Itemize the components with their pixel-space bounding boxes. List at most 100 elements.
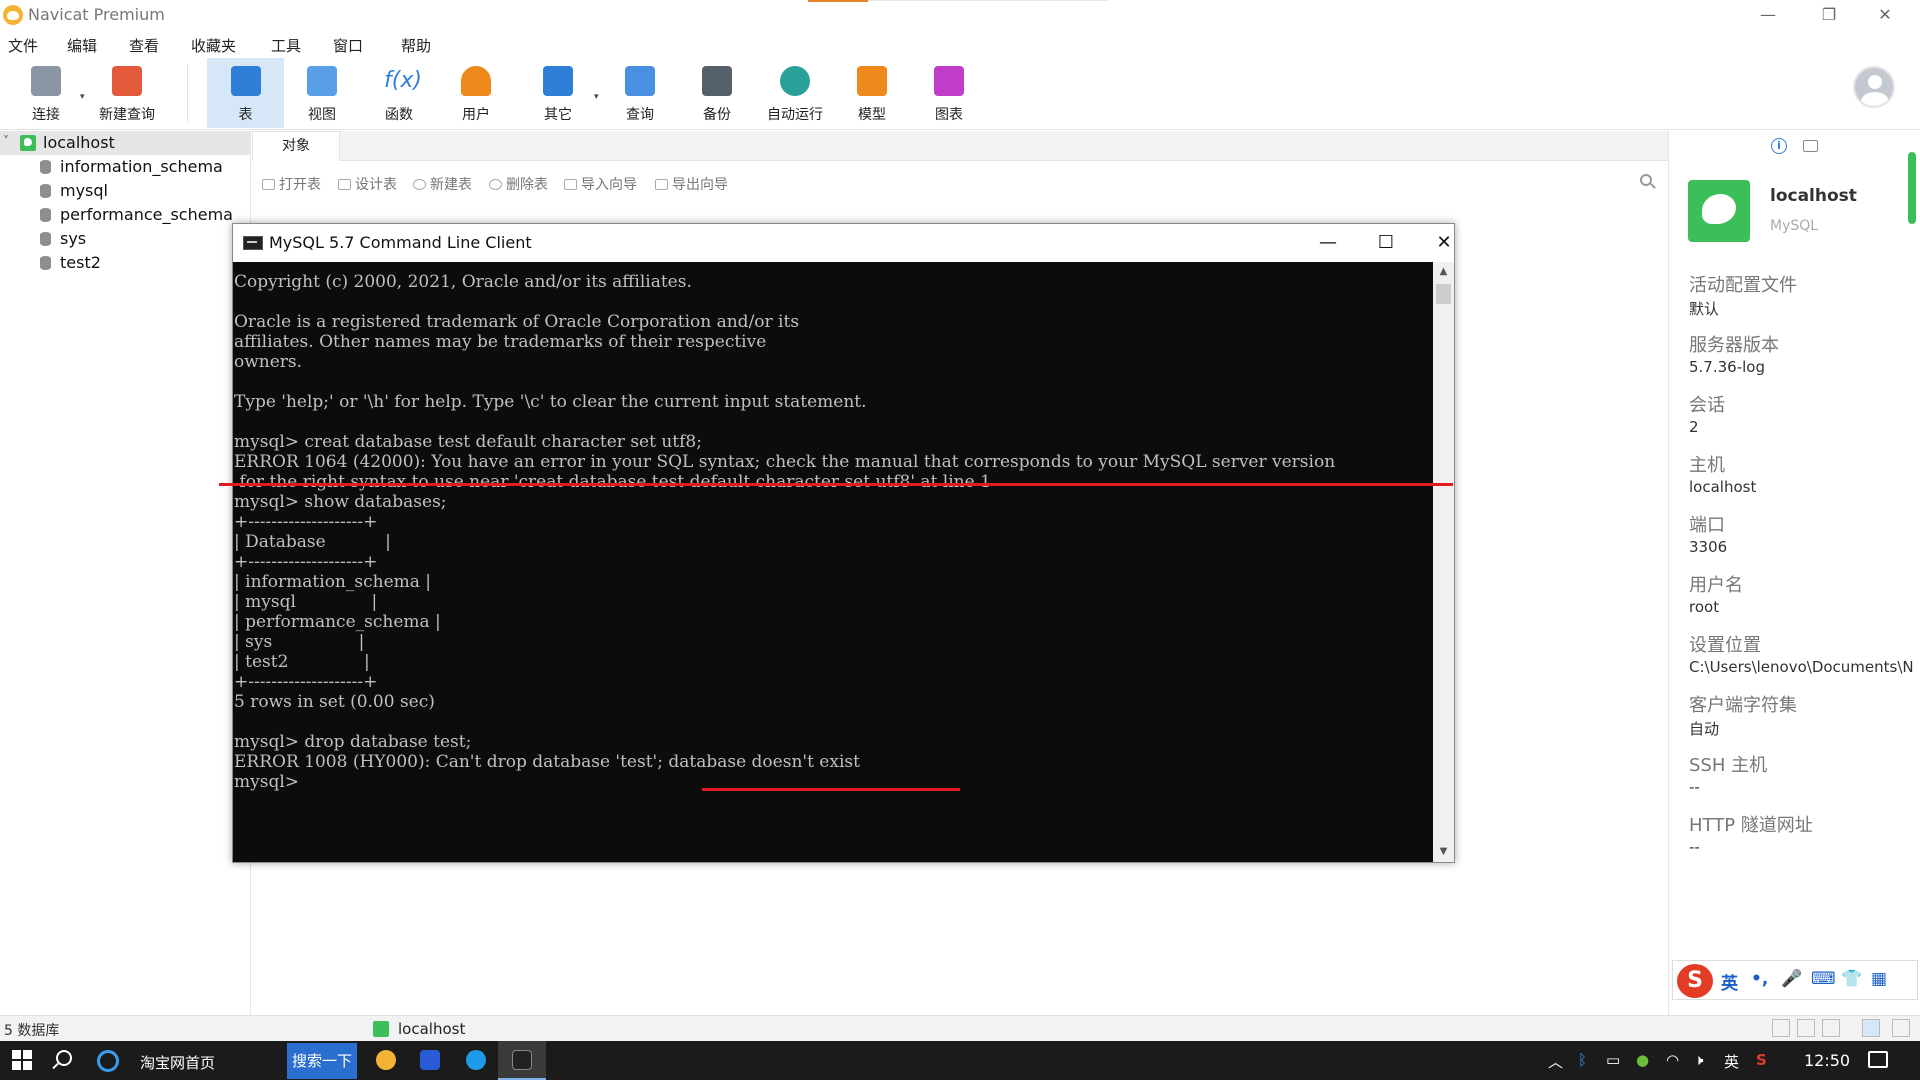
tree-database-item[interactable]: test2 xyxy=(0,251,250,275)
wifi-icon[interactable]: ◠ xyxy=(1666,1051,1679,1069)
menu-help[interactable]: 帮助 xyxy=(401,35,431,56)
info-icon[interactable]: i xyxy=(1771,138,1787,154)
toolbar-automation-button[interactable]: 自动运行 xyxy=(758,58,832,128)
taskbar-search-button[interactable]: 搜索一下 xyxy=(287,1043,357,1079)
console-minimize-button[interactable]: — xyxy=(1305,228,1351,258)
console-close-button[interactable]: ✕ xyxy=(1421,228,1467,258)
taskbar-clock[interactable]: 12:50 xyxy=(1804,1051,1850,1070)
notification-icon[interactable] xyxy=(1868,1051,1888,1068)
keyboard-icon[interactable]: ⌨ xyxy=(1811,969,1836,989)
design-table-button[interactable]: 设计表 xyxy=(338,174,397,194)
taskbar-app-console[interactable] xyxy=(498,1041,546,1080)
volume-icon[interactable]: 🕨 xyxy=(1694,1051,1703,1069)
console-line: affiliates. Other names may be trademark… xyxy=(234,332,767,352)
sogou-tray-icon[interactable]: S xyxy=(1756,1051,1767,1069)
tree-database-item[interactable]: information_schema xyxy=(0,155,250,179)
tab-objects[interactable]: 对象 xyxy=(252,131,340,161)
menu-file[interactable]: 文件 xyxy=(8,35,38,56)
sogou-logo-icon[interactable]: S xyxy=(1677,964,1713,998)
delete-table-label: 删除表 xyxy=(506,177,548,193)
console-title-bar[interactable]: MySQL 5.7 Command Line Client — ☐ ✕ xyxy=(233,224,1454,262)
search-icon[interactable] xyxy=(1640,174,1652,186)
new-table-button[interactable]: 新建表 xyxy=(413,174,472,194)
export-wizard-button[interactable]: 导出向导 xyxy=(655,174,728,194)
title-bar: Navicat Premium — ❐ ✕ xyxy=(0,0,1920,30)
tree-database-item[interactable]: sys xyxy=(0,227,250,251)
taskbar-app-browser[interactable] xyxy=(452,1041,500,1080)
toolbar-function-button[interactable]: f(x) 函数 xyxy=(367,58,431,128)
info-key: 主机 xyxy=(1689,455,1725,476)
user-icon xyxy=(461,66,491,96)
toolbar-backup-button[interactable]: 备份 xyxy=(685,58,749,128)
scroll-up-icon[interactable]: ▲ xyxy=(1433,262,1454,282)
info-scrollbar[interactable] xyxy=(1908,152,1916,224)
chevron-down-icon[interactable]: ˅ xyxy=(3,134,9,148)
console-output[interactable]: Copyright (c) 2000, 2021, Oracle and/or … xyxy=(233,262,1433,862)
tray-app-icon[interactable]: ● xyxy=(1636,1051,1649,1069)
console-line: for the right syntax to use near 'creat … xyxy=(234,472,991,492)
console-line: mysql> show databases; xyxy=(234,492,447,512)
taskbar-browser-label[interactable]: 淘宝网首页 xyxy=(140,1052,215,1073)
console-line: 5 rows in set (0.00 sec) xyxy=(234,692,435,712)
er-view-icon[interactable] xyxy=(1822,1019,1840,1037)
microphone-icon[interactable]: 🎤 xyxy=(1781,969,1802,989)
menu-edit[interactable]: 编辑 xyxy=(67,35,97,56)
detail-view-icon[interactable] xyxy=(1797,1019,1815,1037)
menu-view[interactable]: 查看 xyxy=(129,35,159,56)
toolbar-label: 新建查询 xyxy=(99,107,155,123)
delete-table-button[interactable]: 删除表 xyxy=(489,174,548,194)
menu-favorites[interactable]: 收藏夹 xyxy=(191,35,236,56)
menu-window[interactable]: 窗口 xyxy=(333,35,363,56)
restore-button[interactable]: ❐ xyxy=(1806,2,1852,28)
database-label: performance_schema xyxy=(60,205,233,224)
windows-start-icon[interactable] xyxy=(12,1050,32,1070)
menu-tools[interactable]: 工具 xyxy=(271,35,301,56)
side-panel-toggle-icon[interactable] xyxy=(1862,1019,1880,1037)
close-button[interactable]: ✕ xyxy=(1862,2,1908,28)
toolbar-connect-button[interactable]: 连接 xyxy=(14,58,78,128)
console-scrollbar[interactable]: ▲ ▼ xyxy=(1433,262,1454,862)
info-key: 活动配置文件 xyxy=(1689,275,1797,296)
other-dropdown-icon[interactable]: ▾ xyxy=(594,92,599,102)
list-view-icon[interactable] xyxy=(1772,1019,1790,1037)
ddl-icon[interactable] xyxy=(1803,140,1818,152)
ime-punctuation-toggle[interactable]: •, xyxy=(1751,969,1768,989)
ime-language-toggle[interactable]: 英 xyxy=(1721,969,1738,994)
import-wizard-button[interactable]: 导入向导 xyxy=(564,174,637,194)
toolbox-icon[interactable]: ▦ xyxy=(1871,969,1887,989)
console-maximize-button[interactable]: ☐ xyxy=(1363,228,1409,258)
toolbar-new-query-button[interactable]: 新建查询 xyxy=(90,58,164,128)
skin-icon[interactable]: 👕 xyxy=(1841,969,1862,989)
toolbar-model-button[interactable]: 模型 xyxy=(840,58,904,128)
toolbar-other-button[interactable]: 其它 xyxy=(526,58,590,128)
function-icon: f(x) xyxy=(384,66,422,96)
editor-icon xyxy=(420,1050,440,1070)
battery-icon[interactable]: ▭ xyxy=(1606,1051,1620,1069)
connect-dropdown-icon[interactable]: ▾ xyxy=(80,92,85,102)
toolbar-query-button[interactable]: 查询 xyxy=(608,58,672,128)
user-avatar[interactable] xyxy=(1853,66,1895,108)
console-line: | information_schema | xyxy=(234,572,432,592)
input-language-indicator[interactable]: 英 xyxy=(1724,1051,1739,1072)
info-key: 服务器版本 xyxy=(1689,335,1779,356)
mysql-logo-icon xyxy=(1688,180,1750,242)
minimize-button[interactable]: — xyxy=(1745,2,1791,28)
toolbar-view-button[interactable]: 视图 xyxy=(290,58,354,128)
bottom-panel-toggle-icon[interactable] xyxy=(1892,1019,1910,1037)
tray-chevron-up-icon[interactable]: ︿ xyxy=(1548,1051,1563,1072)
tree-database-item[interactable]: performance_schema xyxy=(0,203,250,227)
ie-browser-icon[interactable] xyxy=(97,1050,119,1072)
tree-database-item[interactable]: mysql xyxy=(0,179,250,203)
scroll-thumb[interactable] xyxy=(1436,284,1451,304)
taskbar-search-icon[interactable] xyxy=(56,1050,72,1066)
toolbar-table-button[interactable]: 表 xyxy=(207,58,284,128)
scroll-down-icon[interactable]: ▼ xyxy=(1433,842,1454,862)
bluetooth-icon[interactable]: ᛒ xyxy=(1578,1051,1587,1069)
toolbar-chart-button[interactable]: 图表 xyxy=(917,58,981,128)
taskbar-app-navicat[interactable] xyxy=(362,1041,410,1080)
tree-connection-localhost[interactable]: ˅ localhost xyxy=(0,131,250,155)
taskbar-app-editor[interactable] xyxy=(406,1041,454,1080)
open-table-button[interactable]: 打开表 xyxy=(262,174,321,194)
mysql-console-window[interactable]: MySQL 5.7 Command Line Client — ☐ ✕ Copy… xyxy=(232,223,1455,863)
toolbar-user-button[interactable]: 用户 xyxy=(444,58,508,128)
